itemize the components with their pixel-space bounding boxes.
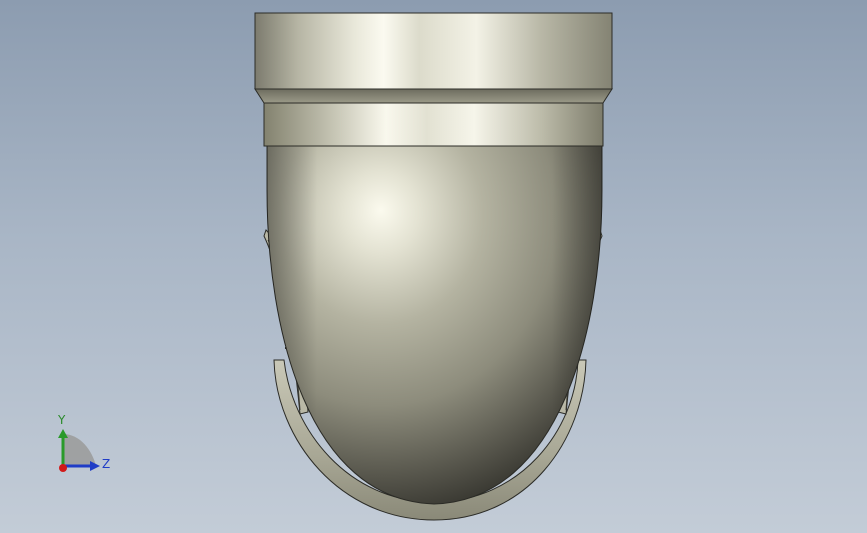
lower-band	[263, 102, 604, 147]
y-axis-arrow	[58, 429, 68, 438]
pipe-elbow-model[interactable]	[0, 0, 867, 533]
top-collar[interactable]	[254, 12, 613, 90]
collar-bevel	[254, 88, 613, 104]
x-axis-point	[59, 464, 67, 472]
triad-plane	[63, 434, 96, 466]
z-axis-label: Z	[102, 457, 111, 471]
graphics-viewport[interactable]: Y Z	[0, 0, 867, 533]
y-axis-label: Y	[58, 413, 66, 427]
view-orientation-triad[interactable]: Y Z	[48, 412, 118, 482]
z-axis-arrow	[90, 461, 100, 471]
